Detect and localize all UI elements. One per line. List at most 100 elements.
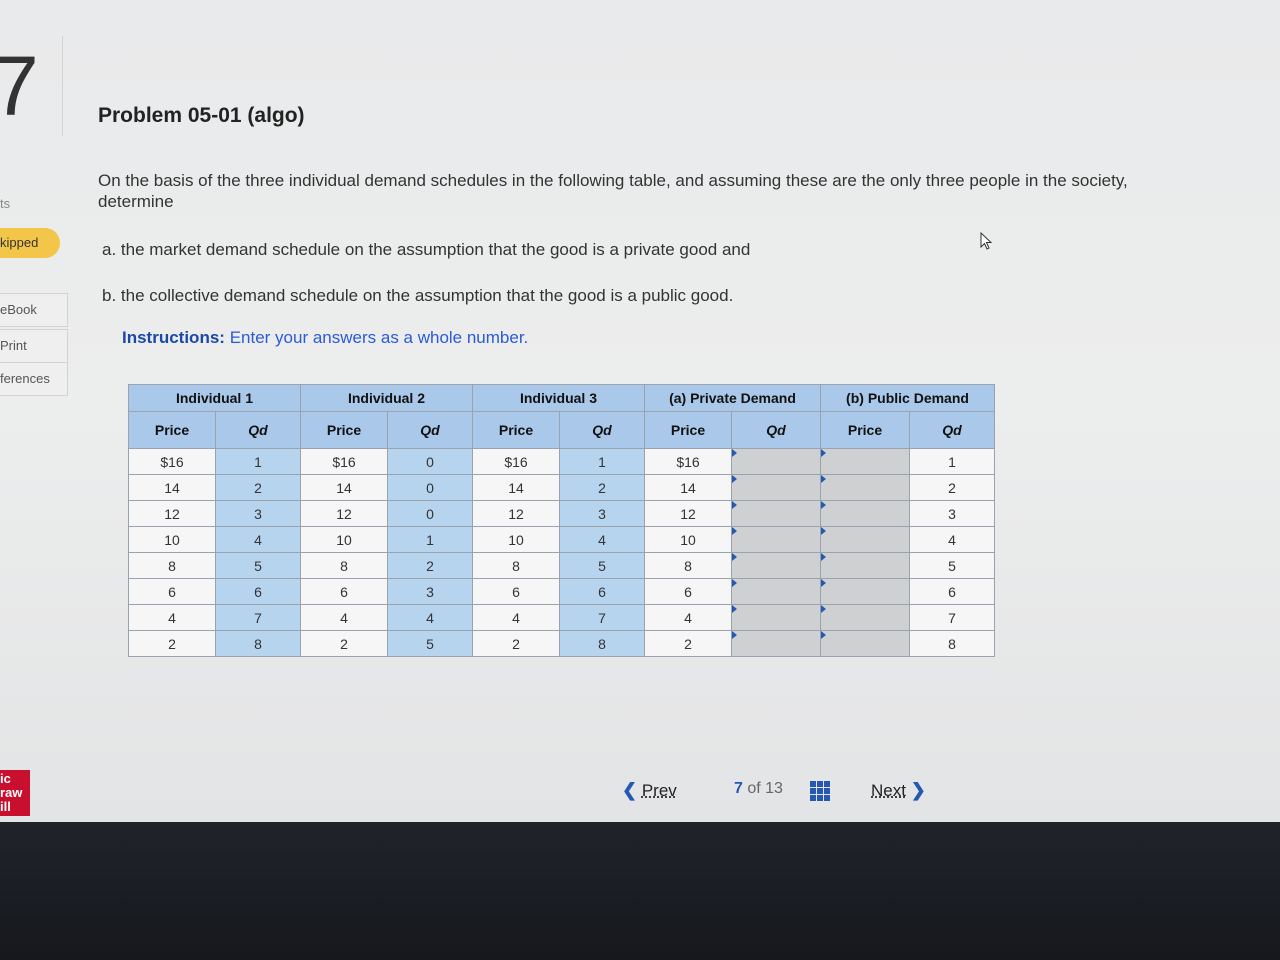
- public-price-input[interactable]: [820, 474, 910, 501]
- table-cell: 8: [472, 552, 560, 579]
- chevron-right-icon: ❯: [910, 780, 926, 800]
- column-header: Price: [128, 411, 216, 449]
- table-cell: 6: [300, 578, 388, 605]
- table-cell: 14: [300, 474, 388, 501]
- table-cell: 3: [909, 500, 995, 527]
- table-cell: $16: [128, 448, 216, 475]
- private-qd-input[interactable]: [731, 604, 821, 631]
- table-cell: 8: [300, 552, 388, 579]
- table-cell: 4: [472, 604, 560, 631]
- table-cell: 2: [559, 474, 645, 501]
- next-label[interactable]: Next: [871, 781, 906, 800]
- problem-title: Problem 05-01 (algo): [98, 104, 305, 127]
- instructions-label: Instructions:: [122, 328, 225, 347]
- private-qd-input[interactable]: [731, 526, 821, 553]
- table-cell: 8: [215, 630, 301, 657]
- table-cell: 12: [128, 500, 216, 527]
- table-row: 12 3 12 0 12 3 12 3: [128, 500, 995, 527]
- private-qd-input[interactable]: [731, 474, 821, 501]
- problem-item-a: a. the market demand schedule on the ass…: [102, 240, 751, 259]
- print-link[interactable]: Print: [0, 329, 68, 363]
- private-qd-input[interactable]: [731, 552, 821, 579]
- instructions: Instructions: Enter your answers as a wh…: [122, 328, 528, 348]
- table-row: $16 1 $16 0 $16 1 $16 1: [128, 448, 995, 475]
- grid-icon[interactable]: [810, 781, 830, 801]
- public-price-input[interactable]: [820, 448, 910, 475]
- table-cell: $16: [300, 448, 388, 475]
- table-cell: 5: [387, 630, 473, 657]
- table-cell: 2: [909, 474, 995, 501]
- table-row: 14 2 14 0 14 2 14 2: [128, 474, 995, 501]
- prev-button[interactable]: ❮ Prev: [622, 780, 677, 806]
- table-cell: 0: [387, 474, 473, 501]
- table-cell: 6: [644, 578, 732, 605]
- monitor-bezel: [0, 822, 1280, 960]
- table-cell: 4: [909, 526, 995, 553]
- total-pages: 13: [765, 780, 783, 797]
- column-header: Price: [300, 411, 388, 449]
- table-cell: 4: [300, 604, 388, 631]
- points-label: ts: [0, 196, 11, 211]
- table-cell: 5: [559, 552, 645, 579]
- private-qd-input[interactable]: [731, 500, 821, 527]
- instructions-text: Enter your answers as a whole number.: [229, 328, 529, 347]
- table-cell: $16: [644, 448, 732, 475]
- references-link[interactable]: ferences: [0, 362, 68, 396]
- table-cell: 6: [472, 578, 560, 605]
- column-header: Price: [644, 411, 732, 449]
- table-cell: 12: [300, 500, 388, 527]
- table-cell: 2: [300, 630, 388, 657]
- public-price-input[interactable]: [820, 526, 910, 553]
- table-cell: 7: [909, 604, 995, 631]
- table-cell: 2: [472, 630, 560, 657]
- table-row: 8 5 8 2 8 5 8 5: [128, 552, 995, 579]
- table-cell: 5: [215, 552, 301, 579]
- table-cell: 10: [644, 526, 732, 553]
- column-header: Qd: [559, 411, 645, 449]
- table-cell: 0: [387, 448, 473, 475]
- next-button[interactable]: Next ❯: [871, 780, 926, 806]
- sidebar: 7 ts kipped eBook Print ferences ic raw …: [0, 0, 70, 822]
- table-cell: 1: [909, 448, 995, 475]
- table-cell: 6: [559, 578, 645, 605]
- public-price-input[interactable]: [820, 630, 910, 657]
- table-cell: 10: [472, 526, 560, 553]
- table-cell: 4: [128, 604, 216, 631]
- group-header-public-demand: (b) Public Demand: [820, 384, 995, 412]
- column-header: Qd: [387, 411, 473, 449]
- public-price-input[interactable]: [820, 500, 910, 527]
- table-cell: 7: [215, 604, 301, 631]
- column-header: Qd: [215, 411, 301, 449]
- public-price-input[interactable]: [820, 604, 910, 631]
- private-qd-input[interactable]: [731, 630, 821, 657]
- table-cell: 1: [215, 448, 301, 475]
- public-price-input[interactable]: [820, 578, 910, 605]
- table-cell: 3: [559, 500, 645, 527]
- column-header: Qd: [731, 411, 821, 449]
- table-cell: 12: [472, 500, 560, 527]
- public-price-input[interactable]: [820, 552, 910, 579]
- table-cell: 5: [909, 552, 995, 579]
- current-page: 7: [734, 780, 743, 797]
- ebook-link[interactable]: eBook: [0, 293, 68, 327]
- page-indicator[interactable]: 7 of 13: [734, 780, 783, 806]
- problem-item-b: b. the collective demand schedule on the…: [102, 286, 734, 305]
- chevron-left-icon: ❮: [622, 780, 638, 800]
- table-cell: 12: [644, 500, 732, 527]
- group-header-individual-3: Individual 3: [472, 384, 645, 412]
- table-cell: 8: [909, 630, 995, 657]
- prev-label[interactable]: Prev: [642, 781, 677, 800]
- table-cell: 6: [128, 578, 216, 605]
- private-qd-input[interactable]: [731, 448, 821, 475]
- screen: 7 ts kipped eBook Print ferences ic raw …: [0, 0, 1280, 822]
- table-row: 2 8 2 5 2 8 2 8: [128, 630, 995, 657]
- group-header-private-demand: (a) Private Demand: [644, 384, 821, 412]
- mcgraw-hill-logo: ic raw ill: [0, 770, 30, 816]
- table-cell: 6: [215, 578, 301, 605]
- private-qd-input[interactable]: [731, 578, 821, 605]
- table-cell: 1: [559, 448, 645, 475]
- table-cell: 7: [559, 604, 645, 631]
- table-cell: $16: [472, 448, 560, 475]
- column-header: Price: [820, 411, 910, 449]
- table-row: 4 7 4 4 4 7 4 7: [128, 604, 995, 631]
